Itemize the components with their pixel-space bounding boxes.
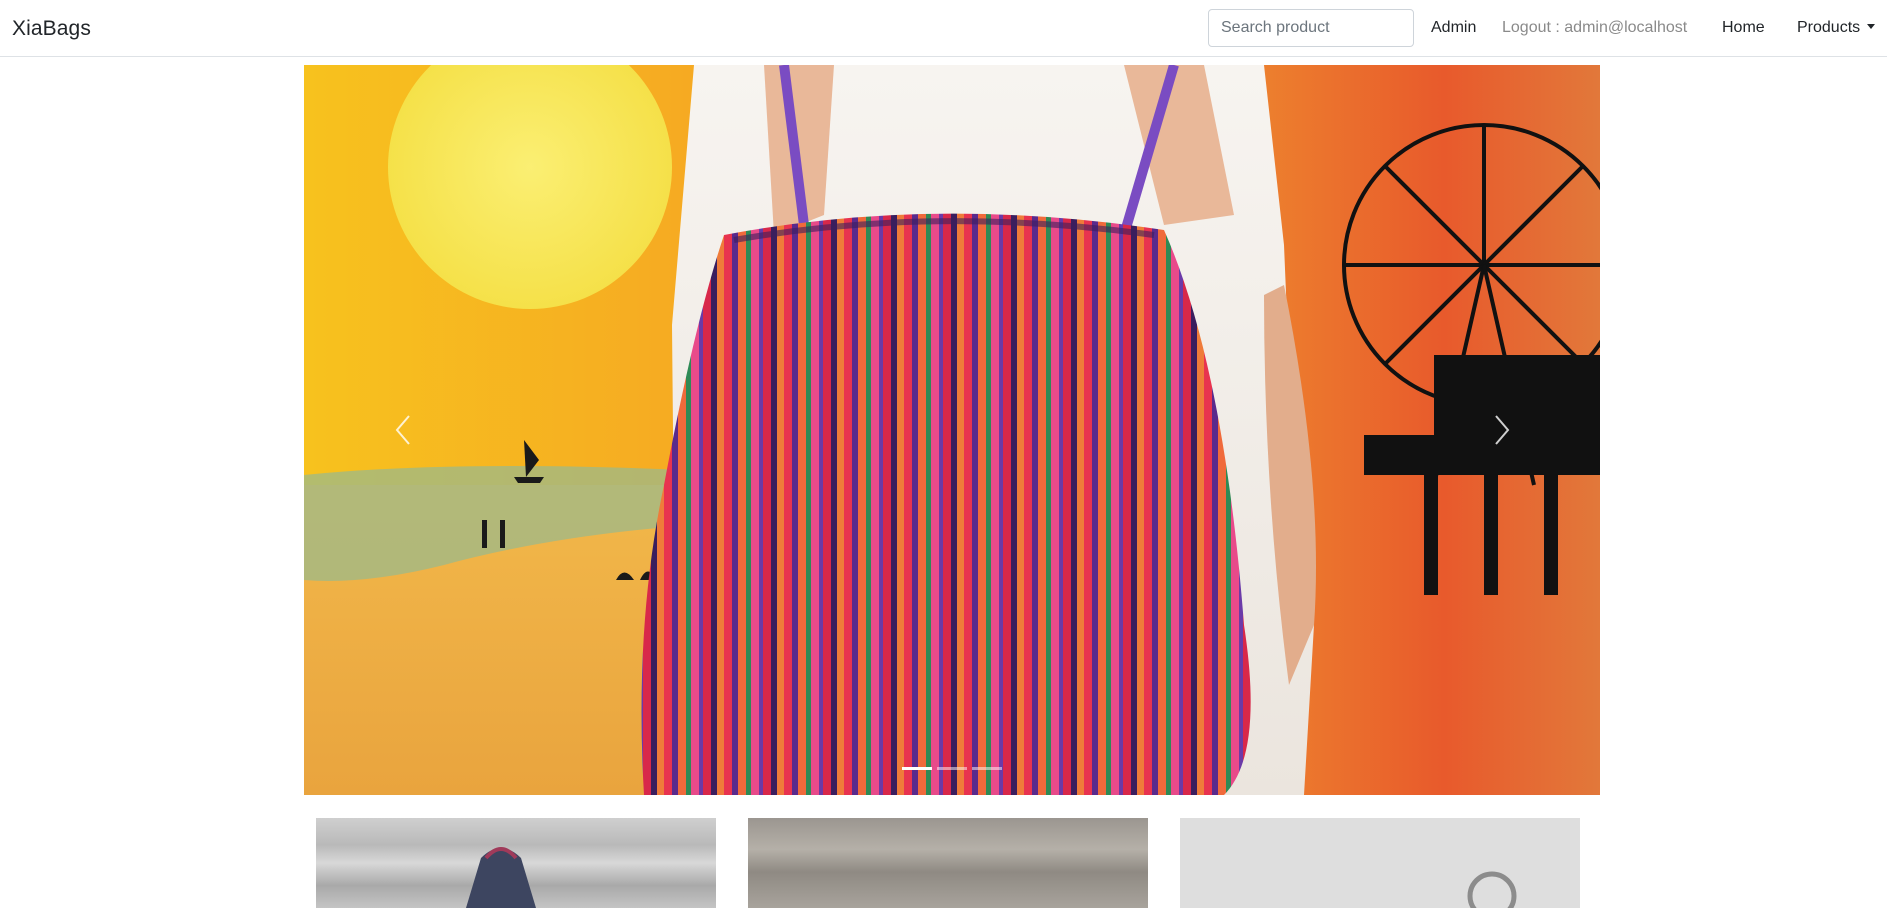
search-input[interactable] (1208, 9, 1414, 47)
nav-admin-link[interactable]: Admin (1431, 19, 1476, 37)
chevron-right-icon (1494, 415, 1509, 445)
hero-carousel (304, 65, 1600, 795)
carousel-indicator-2[interactable] (937, 767, 967, 770)
nav-logout-link[interactable]: Logout : admin@localhost (1502, 19, 1687, 37)
nav-products-label: Products (1797, 19, 1861, 36)
carousel-next-button[interactable] (1405, 65, 1600, 795)
product-photo-keyring (1467, 871, 1517, 908)
product-card-2-image[interactable] (748, 818, 1148, 908)
nav-home-link[interactable]: Home (1722, 19, 1765, 37)
carousel-prev-button[interactable] (304, 65, 499, 795)
caret-down-icon (1867, 24, 1876, 29)
top-navbar: XiaBags Admin Logout : admin@localhost H… (0, 0, 1887, 57)
product-card-3-image[interactable] (1180, 818, 1580, 908)
carousel-indicator-3[interactable] (972, 767, 1002, 770)
nav-products-dropdown[interactable]: Products (1797, 19, 1876, 37)
product-card-1-image[interactable] (316, 818, 716, 908)
brand-logo[interactable]: XiaBags (12, 17, 91, 41)
chevron-left-icon (395, 415, 410, 445)
product-photo-bag (466, 847, 536, 908)
carousel-indicators (304, 767, 1600, 770)
carousel-indicator-1[interactable] (902, 767, 932, 770)
